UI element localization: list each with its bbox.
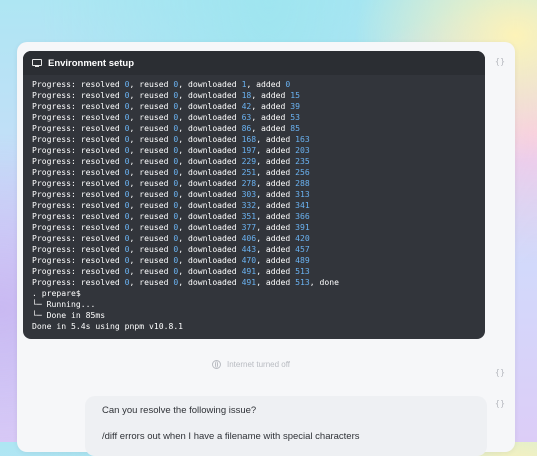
done-line: └─ Done in 85ms — [32, 310, 106, 320]
progress-line: Progress: resolved 0, reused 0, download… — [32, 112, 301, 122]
progress-line: Progress: resolved 0, reused 0, download… — [32, 211, 310, 221]
progress-line: Progress: resolved 0, reused 0, download… — [32, 255, 310, 265]
progress-line: Progress: resolved 0, reused 0, download… — [32, 79, 291, 89]
progress-line: Progress: resolved 0, reused 0, download… — [32, 222, 310, 232]
copy-icon[interactable]: {} — [494, 367, 506, 379]
progress-line: Progress: resolved 0, reused 0, download… — [32, 200, 310, 210]
internet-status-label: Internet turned off — [227, 360, 291, 369]
progress-line: Progress: resolved 0, reused 0, download… — [32, 90, 301, 100]
terminal-title: Environment setup — [48, 57, 135, 69]
running-line: └─ Running... — [32, 299, 96, 309]
progress-line: Progress: resolved 0, reused 0, download… — [32, 123, 301, 133]
internet-status: Internet turned off — [212, 360, 290, 369]
progress-line: Progress: resolved 0, reused 0, download… — [32, 178, 310, 188]
environment-setup-terminal: Environment setup Progress: resolved 0, … — [23, 51, 485, 339]
terminal-icon — [32, 59, 42, 67]
progress-line: Progress: resolved 0, reused 0, download… — [32, 101, 301, 111]
copy-icon[interactable]: {} — [494, 56, 506, 68]
prepare-line: . prepare$ — [32, 288, 81, 298]
user-message: Can you resolve the following issue? /di… — [85, 396, 487, 456]
final-line: Done in 5.4s using pnpm v10.8.1 — [32, 321, 184, 331]
globe-icon — [212, 360, 221, 369]
terminal-output: Progress: resolved 0, reused 0, download… — [23, 75, 485, 332]
terminal-header: Environment setup — [23, 51, 485, 75]
progress-line: Progress: resolved 0, reused 0, download… — [32, 145, 310, 155]
progress-line: Progress: resolved 0, reused 0, download… — [32, 233, 310, 243]
progress-line: Progress: resolved 0, reused 0, download… — [32, 266, 310, 276]
progress-line: Progress: resolved 0, reused 0, download… — [32, 244, 310, 254]
progress-line: Progress: resolved 0, reused 0, download… — [32, 189, 310, 199]
progress-line: Progress: resolved 0, reused 0, download… — [32, 156, 310, 166]
progress-line: Progress: resolved 0, reused 0, download… — [32, 167, 310, 177]
progress-line: Progress: resolved 0, reused 0, download… — [32, 277, 340, 287]
message-line: Can you resolve the following issue? — [102, 405, 257, 416]
message-line: /diff errors out when I have a filename … — [102, 431, 360, 442]
progress-line: Progress: resolved 0, reused 0, download… — [32, 134, 310, 144]
copy-icon[interactable]: {} — [494, 398, 506, 410]
